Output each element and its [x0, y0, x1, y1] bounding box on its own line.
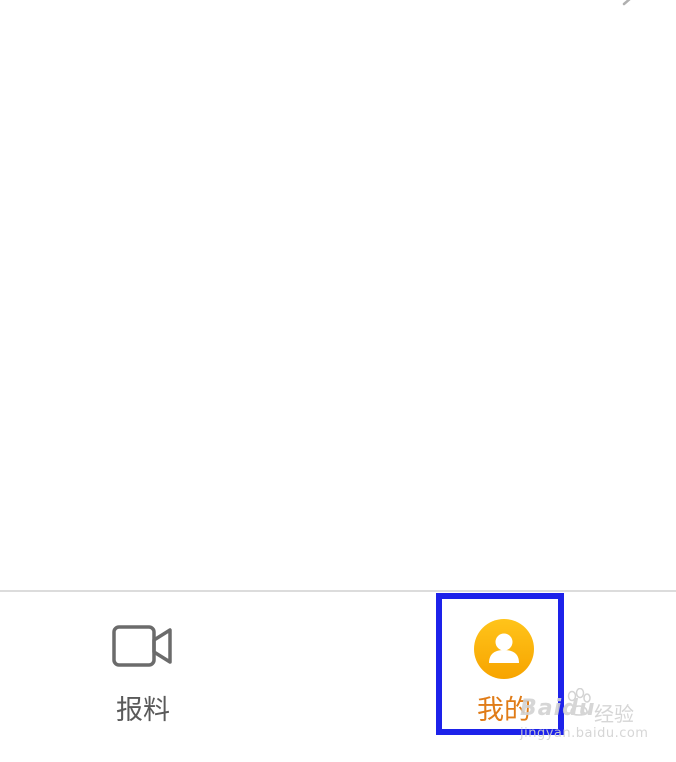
- user-avatar-icon: [474, 619, 534, 679]
- watermark-brand: Baidu: [520, 696, 596, 721]
- tab-report-label: 报料: [116, 695, 170, 726]
- content-area: [0, 0, 676, 590]
- watermark: Baidu 经验 jingyan.baidu.com: [520, 688, 660, 744]
- watermark-brand-suffix: 经验: [594, 702, 634, 726]
- video-camera-icon: [112, 625, 172, 667]
- chevron-right-icon[interactable]: [620, 0, 636, 6]
- tab-report[interactable]: 报料: [73, 592, 213, 742]
- watermark-url: jingyan.baidu.com: [520, 726, 649, 741]
